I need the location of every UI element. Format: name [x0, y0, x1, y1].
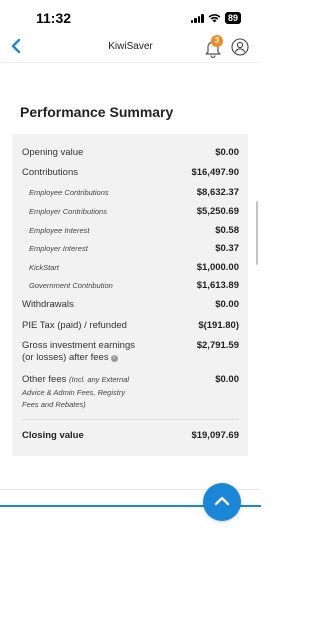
row-value: $16,497.90: [191, 167, 239, 178]
gross-earnings-row: Gross investment earnings (or losses) af…: [22, 340, 239, 366]
row-label-line1: Gross investment earnings: [22, 340, 135, 351]
row-label: KickStart: [29, 263, 60, 272]
fees-note-line2: Advice & Admin Fees, Registry: [22, 387, 126, 397]
other-fees-row: Other fees (Incl. any External Advice & …: [22, 374, 239, 414]
row-label-line2: (or losses) after fees: [22, 352, 109, 363]
fees-note-line1: (Incl. any External: [69, 375, 130, 384]
wifi-icon: [208, 14, 221, 23]
scroll-to-top-button[interactable]: [203, 483, 241, 521]
row-value: $0.37: [215, 243, 239, 254]
row-value: $1,613.89: [196, 280, 239, 291]
row-label: Employer Contributions: [29, 207, 107, 216]
row-value: $19,097.69: [191, 430, 239, 441]
row-label: Government Contribution: [29, 281, 113, 290]
row-value: $5,250.69: [196, 206, 239, 217]
row-label: Other fees (Incl. any External Advice & …: [22, 374, 129, 412]
fees-note-line3: Fees and Rebates): [22, 400, 86, 409]
row-value: $8,632.37: [196, 187, 239, 198]
row-label: Gross investment earnings (or losses) af…: [22, 340, 135, 364]
signal-icon: [190, 13, 204, 23]
scrollbar[interactable]: [256, 201, 258, 265]
row-value: $0.00: [215, 147, 239, 158]
row-value: $0.58: [215, 225, 239, 236]
row-label: Contributions: [22, 167, 78, 178]
row-value: $1,000.00: [196, 262, 239, 273]
row-label: Employer Interest: [29, 244, 88, 253]
card-divider: [22, 419, 239, 420]
notification-badge: 3: [211, 35, 223, 47]
row-label: Closing value: [22, 430, 84, 441]
chevron-up-icon: [214, 496, 230, 506]
row-value: $2,791.59: [196, 340, 239, 351]
status-time: 11:32: [36, 10, 72, 26]
row-label: Employee Contributions: [29, 188, 109, 197]
row-label-text: Other fees: [22, 374, 67, 385]
performance-summary-card: Opening value $0.00 Contributions $16,49…: [12, 134, 248, 456]
info-icon[interactable]: i: [110, 355, 118, 362]
battery-indicator: 89: [224, 12, 241, 24]
nav-bar: KiwiSaver 3: [0, 34, 261, 62]
nav-divider: [0, 62, 261, 63]
row-label: PIE Tax (paid) / refunded: [22, 320, 127, 331]
row-value: $0.00: [215, 374, 239, 385]
status-icons: 89: [190, 12, 241, 24]
status-bar: 11:32 89: [0, 0, 261, 34]
row-value: $0.00: [215, 299, 239, 310]
row-label: Employee Interest: [29, 226, 90, 235]
profile-icon[interactable]: [231, 38, 249, 56]
row-value: $(191.80): [198, 320, 239, 331]
section-title: Performance Summary: [20, 104, 174, 120]
row-label: Opening value: [22, 147, 84, 158]
row-label: Withdrawals: [22, 299, 74, 310]
